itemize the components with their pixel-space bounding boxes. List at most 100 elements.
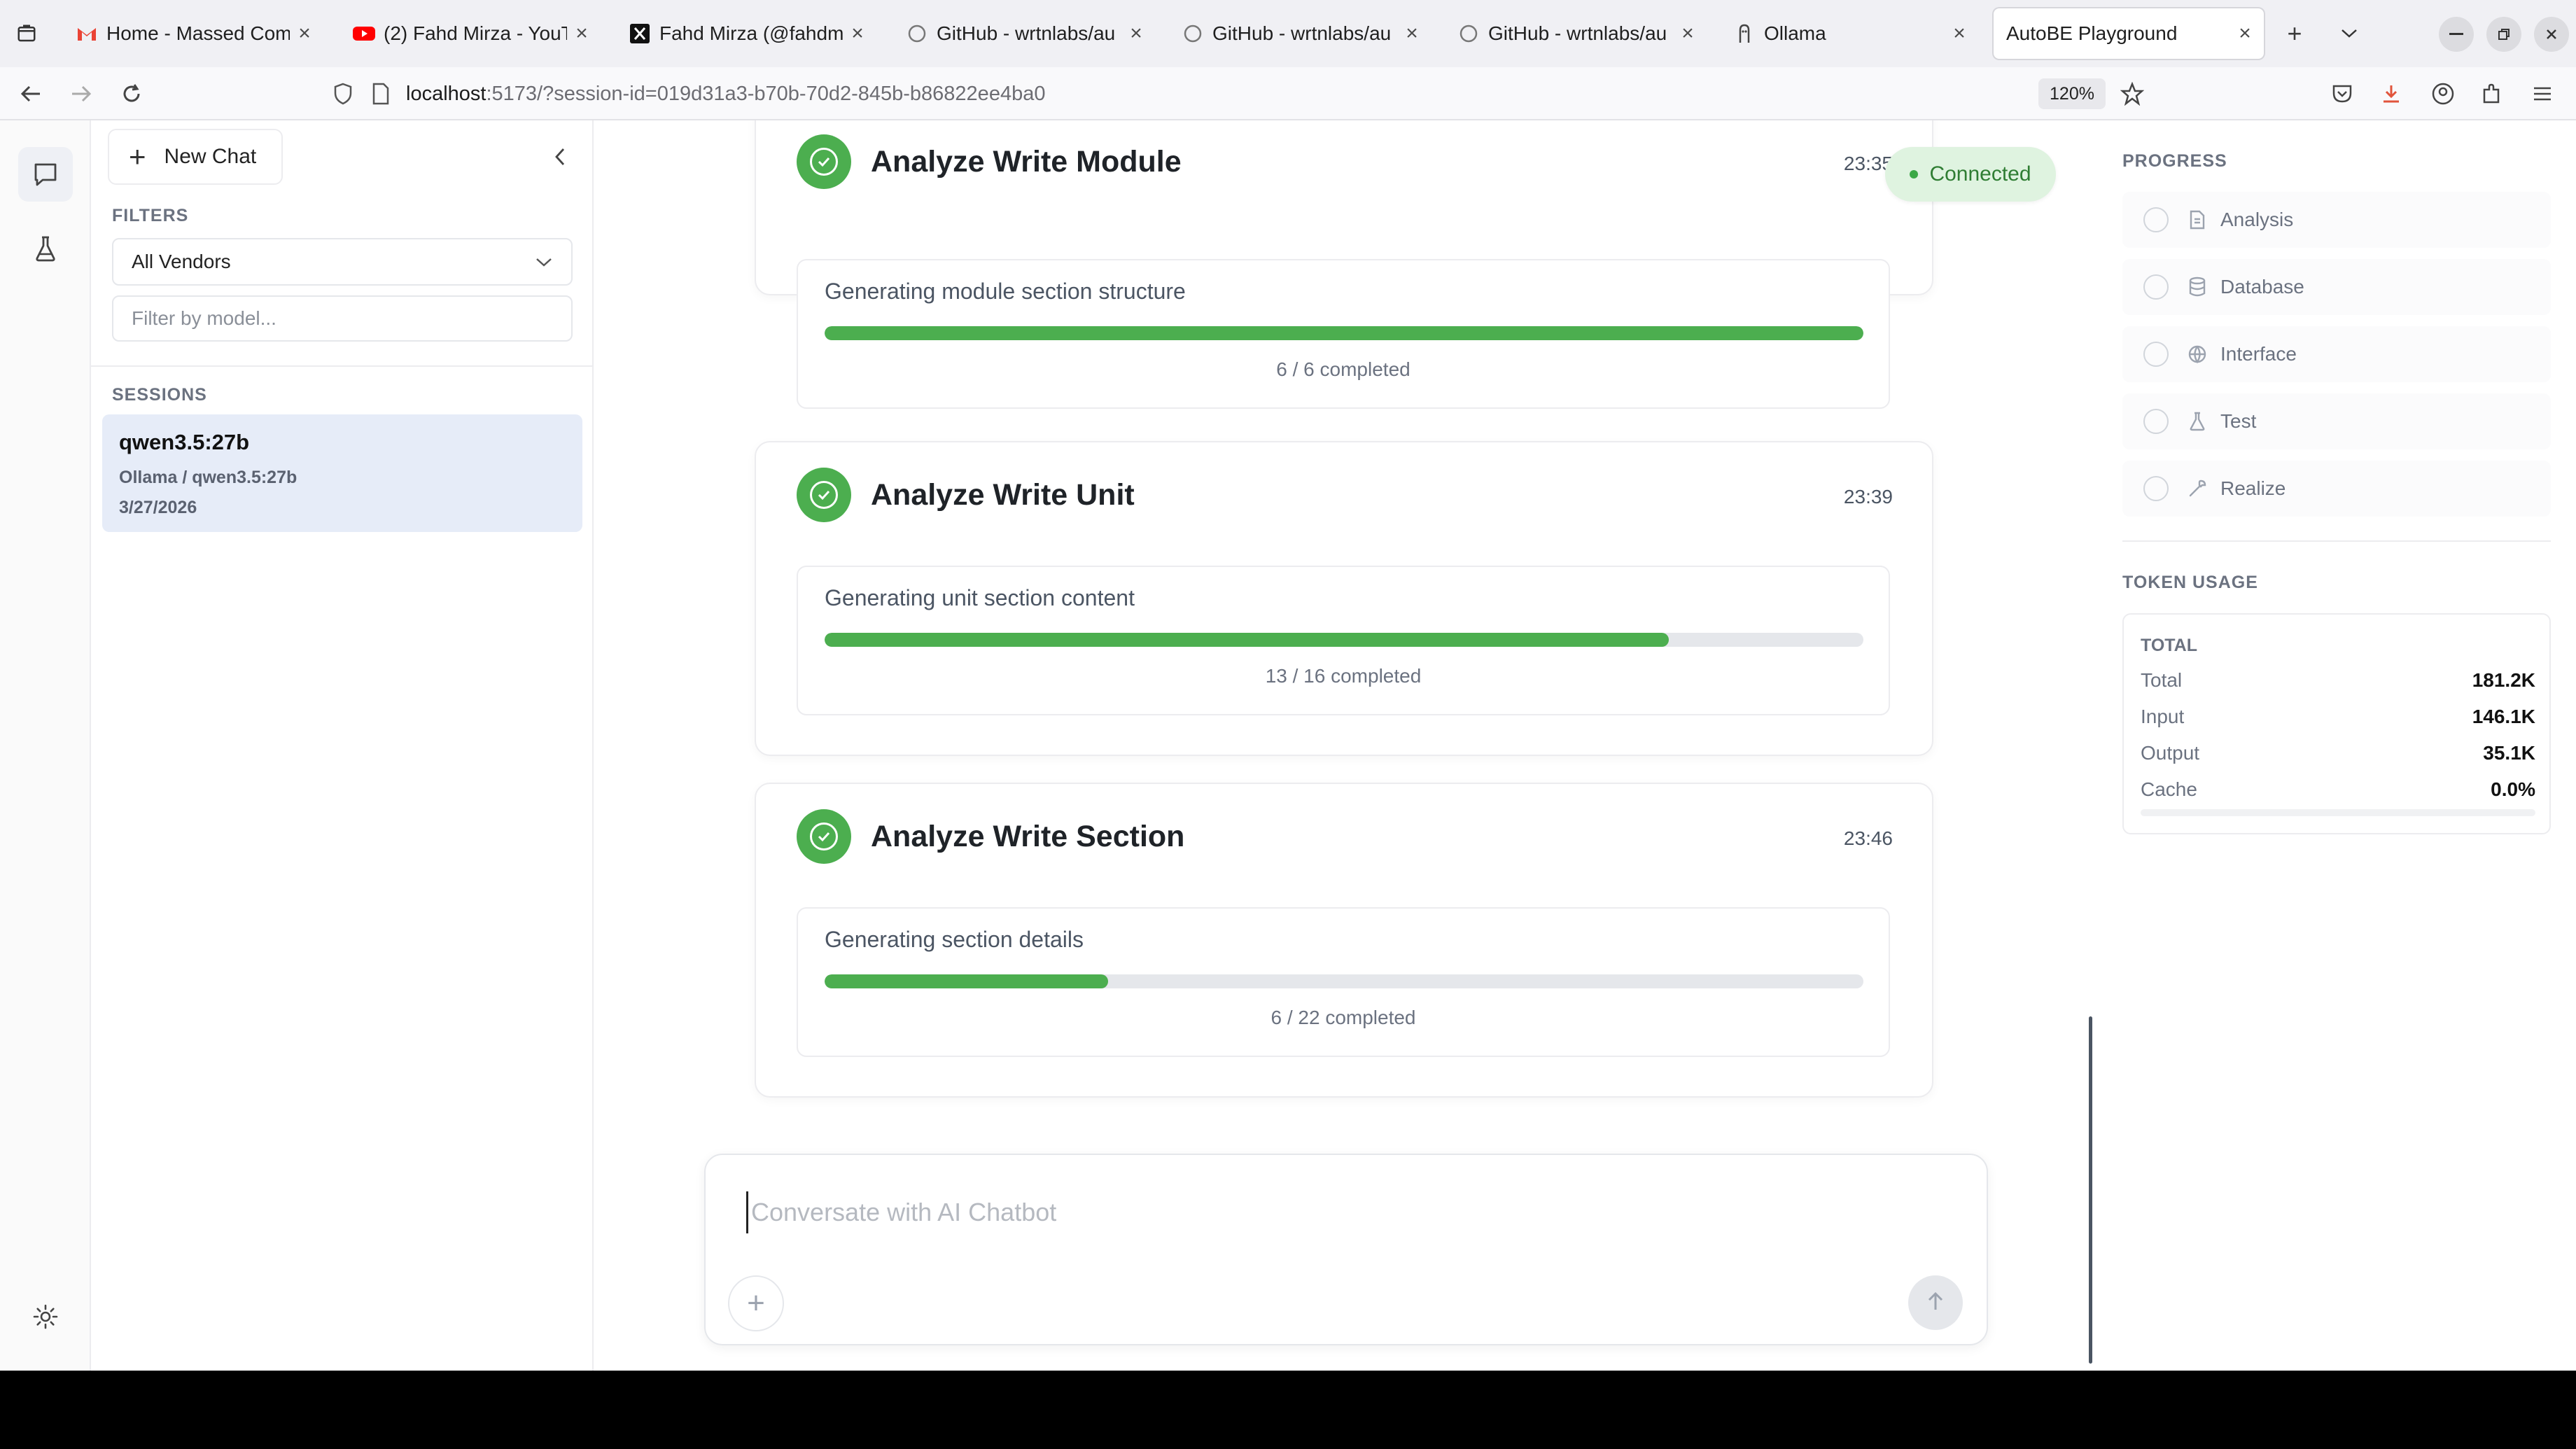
- progress-bar-fill: [825, 633, 1669, 647]
- github-icon: [1182, 22, 1204, 45]
- browser-tab-autobe[interactable]: AutoBE Playground ×: [1994, 8, 2264, 59]
- browser-tab-youtube[interactable]: (2) Fahd Mirza - YouT ×: [343, 8, 601, 59]
- zoom-level-badge[interactable]: 120%: [2038, 78, 2106, 109]
- close-window-icon[interactable]: [2534, 17, 2569, 52]
- chat-composer: +: [704, 1154, 1988, 1345]
- autobe-app: + New Chat FILTERS All Vendors SESSIONS …: [0, 120, 2576, 1371]
- progress-bar-fill: [825, 974, 1108, 988]
- document-icon: [2185, 208, 2209, 232]
- close-tab-icon[interactable]: ×: [295, 22, 314, 46]
- vendor-select-value: All Vendors: [132, 251, 231, 272]
- tab-overview-icon[interactable]: [8, 15, 45, 52]
- browser-tab-github-3[interactable]: GitHub - wrtnlabs/au ×: [1448, 8, 1707, 59]
- panel-divider: [2122, 540, 2551, 542]
- progress-bar-fill: [825, 326, 1863, 340]
- close-tab-icon[interactable]: ×: [848, 22, 867, 46]
- sessions-sidebar: + New Chat FILTERS All Vendors SESSIONS …: [91, 120, 594, 1371]
- event-title: Analyze Write Unit: [871, 477, 1135, 512]
- plus-icon: +: [129, 140, 146, 173]
- new-tab-icon[interactable]: +: [2276, 15, 2313, 52]
- new-chat-button[interactable]: + New Chat: [108, 129, 283, 185]
- tab-list-chevron-icon[interactable]: [2331, 15, 2367, 52]
- browser-tab-x[interactable]: Fahd Mirza (@fahdmi ×: [619, 8, 876, 59]
- event-card-write-section: Analyze Write Section 23:46 Generating s…: [755, 783, 1933, 1098]
- chat-bubble-icon[interactable]: [18, 147, 73, 202]
- step-label: Database: [2220, 276, 2304, 298]
- browser-tab-github-2[interactable]: GitHub - wrtnlabs/au ×: [1172, 8, 1431, 59]
- collapse-sidebar-chevron-icon[interactable]: [542, 139, 578, 175]
- minimize-icon[interactable]: [2439, 17, 2474, 52]
- close-tab-icon[interactable]: ×: [2236, 22, 2254, 46]
- tab-title: Fahd Mirza (@fahdmi: [659, 22, 843, 44]
- progress-count: 6 / 22 completed: [1270, 1007, 1416, 1028]
- step-status-circle-icon: [2143, 476, 2169, 501]
- chat-main: Analyze Write Module 23:35 Generating mo…: [594, 120, 2100, 1371]
- progress-box: Generating section details 6 / 22 comple…: [797, 907, 1890, 1057]
- session-model: Ollama / qwen3.5:27b: [119, 468, 298, 487]
- connection-status-badge: Connected: [1885, 147, 2056, 202]
- browser-tab-ollama[interactable]: Ollama ×: [1723, 8, 1978, 59]
- progress-bar: [825, 633, 1863, 647]
- step-status-circle-icon: [2143, 342, 2169, 367]
- step-label: Test: [2220, 410, 2257, 432]
- settings-gear-icon[interactable]: [18, 1289, 73, 1344]
- token-total-heading: TOTAL: [2141, 636, 2198, 655]
- step-label: Analysis: [2220, 209, 2294, 230]
- send-button[interactable]: [1908, 1275, 1963, 1330]
- progress-box: Generating unit section content 13 / 16 …: [797, 566, 1890, 715]
- session-date: 3/27/2026: [119, 498, 197, 517]
- progress-heading: PROGRESS: [2122, 151, 2227, 171]
- connection-status-text: Connected: [1929, 162, 2031, 186]
- chat-message-input[interactable]: [746, 1191, 1936, 1233]
- model-filter-input[interactable]: [112, 295, 573, 342]
- close-tab-icon[interactable]: ×: [1127, 22, 1145, 46]
- forward-arrow-icon[interactable]: [62, 74, 101, 113]
- tab-title: GitHub - wrtnlabs/au: [1212, 22, 1392, 44]
- downloads-icon[interactable]: [2372, 74, 2411, 113]
- check-circle-icon: [797, 809, 851, 864]
- event-title: Analyze Write Section: [871, 819, 1185, 853]
- progress-panel: PROGRESS Analysis Database Interface Tes…: [2100, 120, 2576, 1371]
- chat-scrollbar-thumb[interactable]: [2089, 1016, 2092, 1364]
- close-tab-icon[interactable]: ×: [1679, 22, 1697, 46]
- github-icon: [906, 22, 928, 45]
- restore-icon[interactable]: [2486, 17, 2521, 52]
- url-bar[interactable]: localhost:5173/?session-id=019d31a3-b70b…: [406, 74, 2198, 113]
- token-value: 0.0%: [2491, 778, 2535, 800]
- tab-title: Ollama: [1764, 22, 1826, 44]
- bookmark-star-icon[interactable]: [2113, 74, 2152, 113]
- step-status-circle-icon: [2143, 409, 2169, 434]
- extensions-icon[interactable]: [2472, 74, 2512, 113]
- tab-title: GitHub - wrtnlabs/au: [1488, 22, 1667, 44]
- browser-tab-github-1[interactable]: GitHub - wrtnlabs/au ×: [896, 8, 1155, 59]
- flask-icon[interactable]: [18, 221, 73, 276]
- menu-hamburger-icon[interactable]: [2523, 74, 2562, 113]
- session-item[interactable]: qwen3.5:27b Ollama / qwen3.5:27b 3/27/20…: [102, 414, 582, 532]
- database-icon: [2185, 275, 2209, 299]
- progress-bar: [825, 974, 1863, 988]
- browser-tab-gmail[interactable]: Home - Massed Comp ×: [66, 8, 323, 59]
- vendor-select[interactable]: All Vendors: [112, 238, 573, 286]
- wrench-icon: [2185, 477, 2209, 500]
- progress-label: Generating unit section content: [825, 585, 1135, 610]
- status-dot-icon: [1910, 170, 1919, 178]
- close-tab-icon[interactable]: ×: [1403, 22, 1421, 46]
- progress-label: Generating section details: [825, 927, 1084, 952]
- close-tab-icon[interactable]: ×: [1950, 22, 1968, 46]
- plus-icon: +: [747, 1286, 765, 1320]
- progress-step-analysis: Analysis: [2122, 192, 2551, 248]
- token-row-input: Input 146.1K: [2141, 706, 2535, 728]
- shield-icon[interactable]: [323, 74, 363, 113]
- account-icon[interactable]: [2423, 74, 2463, 113]
- pocket-icon[interactable]: [2323, 74, 2362, 113]
- token-key: Total: [2141, 669, 2183, 691]
- tab-title: GitHub - wrtnlabs/au: [937, 22, 1116, 44]
- attach-plus-button[interactable]: +: [728, 1275, 784, 1331]
- token-value: 35.1K: [2483, 742, 2535, 764]
- event-card-write-module: Analyze Write Module 23:35 Generating mo…: [755, 120, 1933, 409]
- close-tab-icon[interactable]: ×: [573, 22, 591, 46]
- event-time: 23:39: [1843, 486, 1893, 507]
- reload-icon[interactable]: [112, 74, 151, 113]
- page-info-icon[interactable]: [361, 74, 400, 113]
- back-arrow-icon[interactable]: [11, 74, 50, 113]
